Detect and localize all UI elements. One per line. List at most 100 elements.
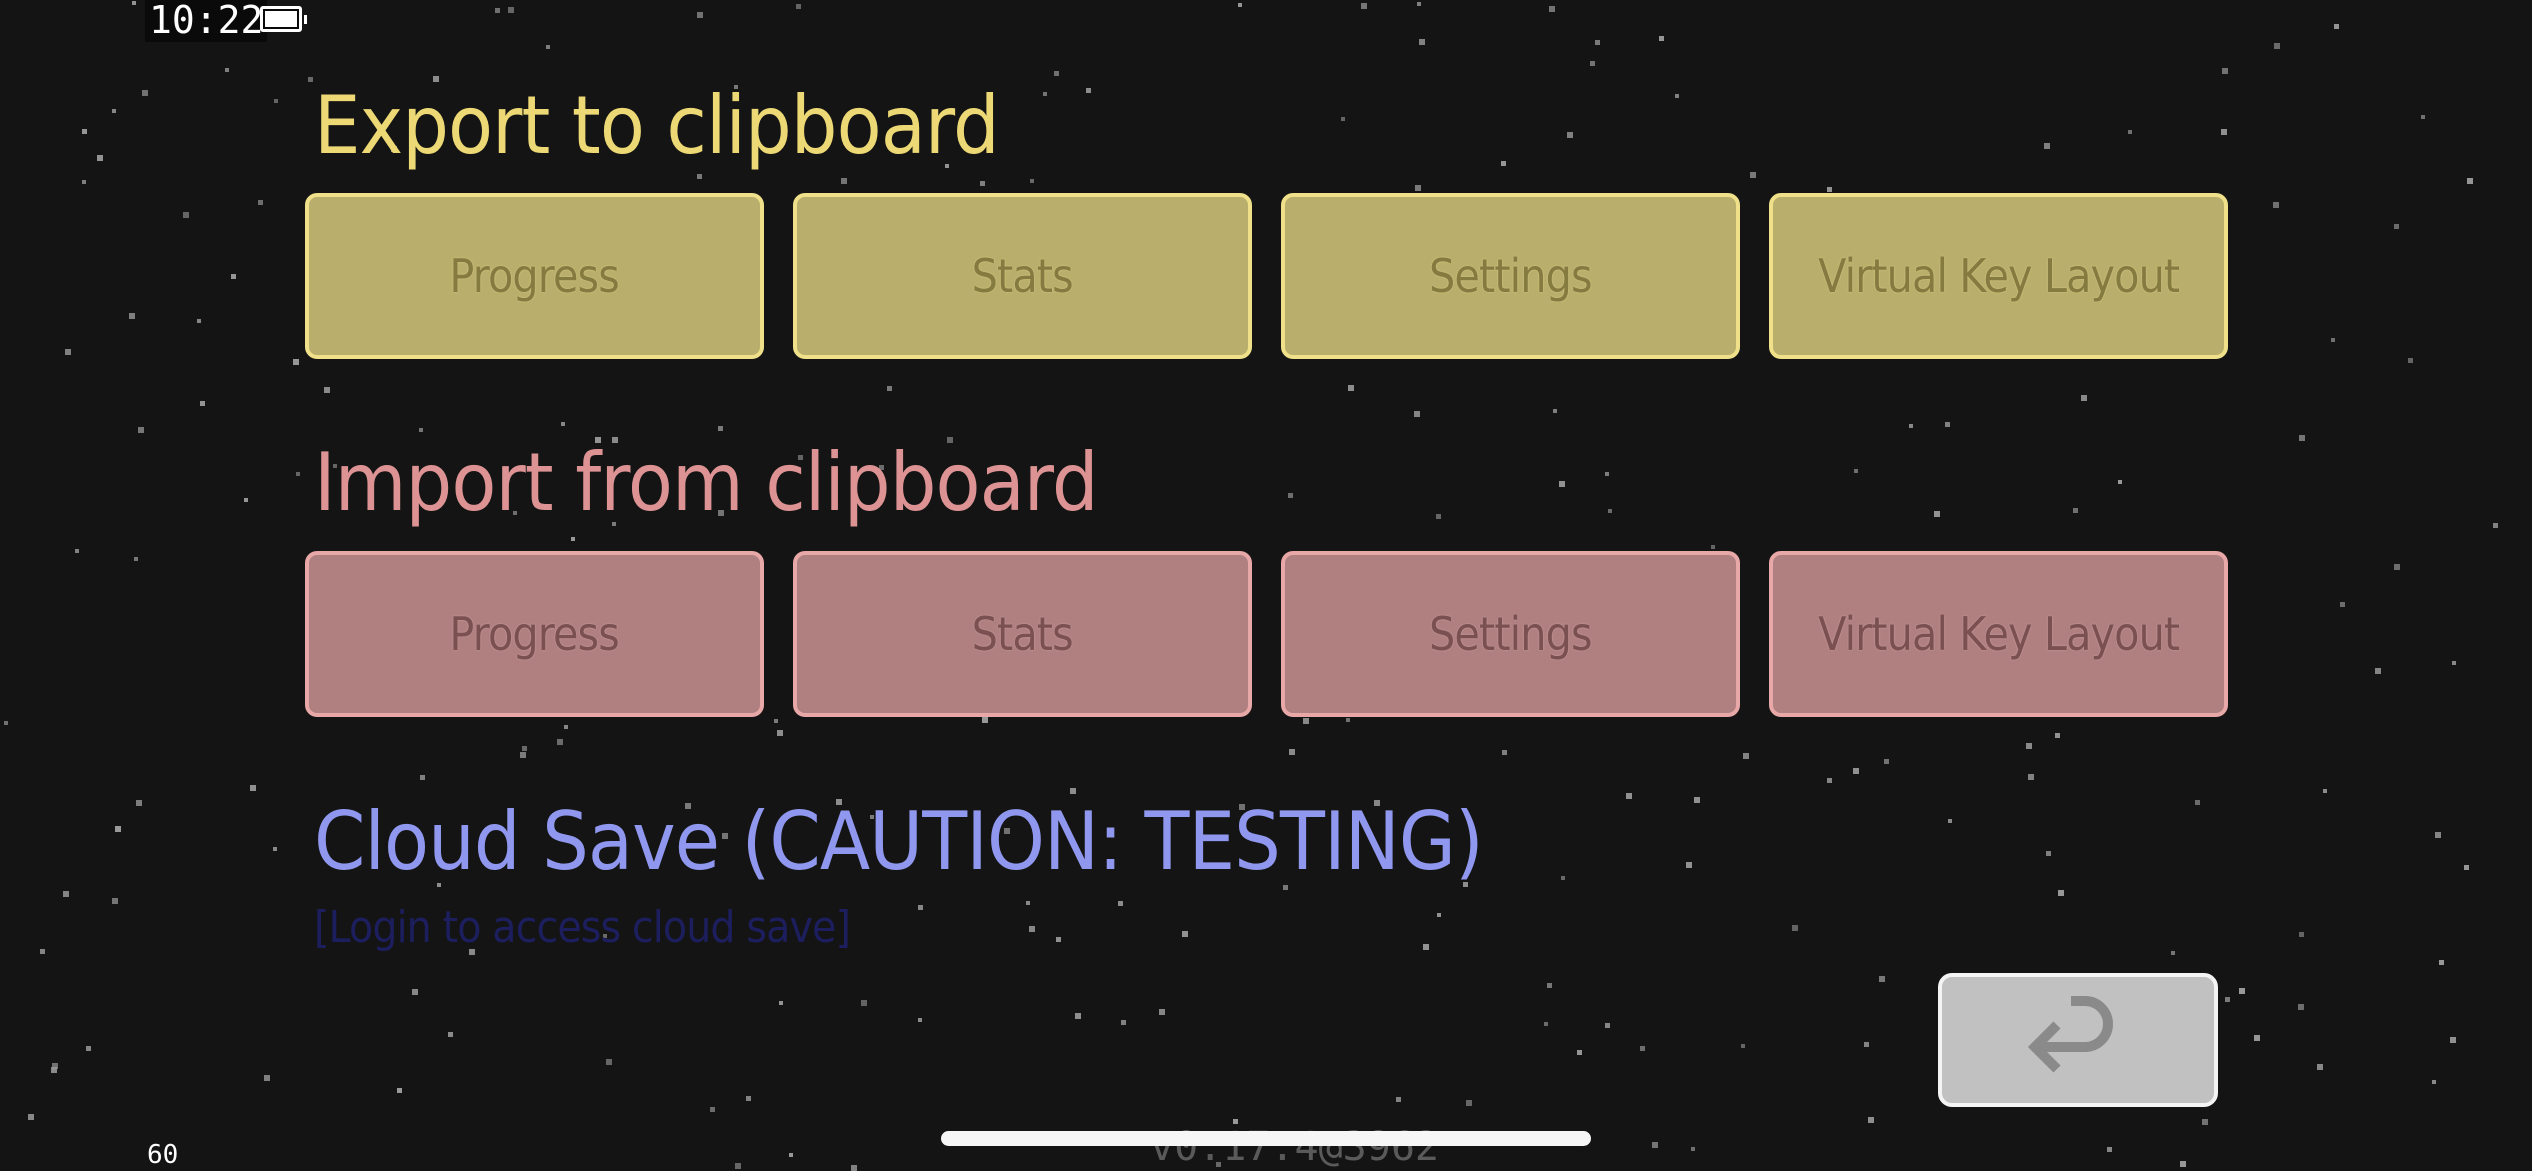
- star: [296, 472, 300, 476]
- star: [1864, 1042, 1869, 1047]
- star: [1026, 901, 1030, 905]
- star: [2081, 395, 2087, 401]
- star: [1553, 409, 1557, 413]
- star: [112, 109, 116, 113]
- star: [1182, 931, 1188, 937]
- star: [1686, 862, 1692, 868]
- return-button[interactable]: [1938, 973, 2218, 1107]
- star: [1605, 1023, 1610, 1028]
- star: [134, 557, 138, 561]
- cloud-login-link[interactable]: [Login to access cloud save]: [314, 902, 851, 953]
- star: [82, 180, 86, 184]
- star: [1827, 778, 1832, 783]
- star: [2225, 997, 2230, 1002]
- star: [980, 181, 985, 186]
- star: [231, 274, 236, 279]
- export-progress-button[interactable]: Progress: [305, 193, 764, 359]
- star: [129, 313, 135, 319]
- star: [918, 1018, 922, 1022]
- import-stats-button[interactable]: Stats: [793, 551, 1252, 717]
- star: [2331, 338, 2335, 342]
- star: [1289, 749, 1295, 755]
- cloud-save-heading: Cloud Save (CAUTION: TESTING): [314, 795, 1484, 888]
- star: [2222, 68, 2228, 74]
- export-stats-button[interactable]: Stats: [793, 193, 1252, 359]
- star: [1691, 1147, 1695, 1151]
- star: [1437, 913, 1441, 917]
- star: [2439, 960, 2444, 965]
- export-button-row: Progress Stats Settings Virtual Key Layo…: [305, 193, 2228, 359]
- star: [2394, 564, 2400, 570]
- star: [1675, 94, 1679, 98]
- star: [1577, 1050, 1582, 1055]
- star: [2452, 661, 2456, 665]
- star: [2171, 951, 2175, 955]
- star: [1396, 1097, 1401, 1102]
- star: [244, 498, 248, 502]
- star: [1561, 876, 1565, 880]
- star: [861, 1000, 867, 1006]
- star: [250, 785, 256, 791]
- star: [2128, 130, 2132, 134]
- star: [448, 1032, 453, 1037]
- star: [1792, 925, 1798, 931]
- star: [51, 1067, 57, 1073]
- import-settings-button[interactable]: Settings: [1281, 551, 1740, 717]
- star: [397, 1088, 402, 1093]
- star: [86, 1046, 91, 1051]
- star: [293, 359, 299, 365]
- star: [1501, 161, 1506, 166]
- star: [2055, 733, 2060, 738]
- star: [1056, 937, 1061, 942]
- button-label: Virtual Key Layout: [1817, 249, 2180, 303]
- star: [274, 99, 278, 103]
- star: [735, 1163, 741, 1169]
- export-virtual-key-layout-button[interactable]: Virtual Key Layout: [1769, 193, 2228, 359]
- button-label: Stats: [971, 249, 1074, 303]
- star: [495, 8, 500, 13]
- star: [1595, 40, 1600, 45]
- fps-counter: 60: [147, 1140, 179, 1170]
- star: [136, 800, 142, 806]
- star: [697, 12, 703, 18]
- star: [264, 1075, 270, 1081]
- star: [1549, 6, 1555, 12]
- star: [2058, 890, 2064, 896]
- star: [1423, 944, 1429, 950]
- star: [1348, 385, 1354, 391]
- star: [65, 349, 71, 355]
- import-progress-button[interactable]: Progress: [305, 551, 764, 717]
- star: [1346, 718, 1350, 722]
- star: [1030, 179, 1034, 183]
- star: [132, 1, 136, 5]
- star: [97, 155, 103, 161]
- export-heading: Export to clipboard: [314, 79, 1000, 172]
- star: [1415, 185, 1421, 191]
- import-virtual-key-layout-button[interactable]: Virtual Key Layout: [1769, 551, 2228, 717]
- star: [2375, 668, 2381, 674]
- star: [1909, 424, 1913, 428]
- star: [1853, 768, 1859, 774]
- star: [1854, 469, 1858, 473]
- home-indicator[interactable]: [941, 1131, 1591, 1146]
- star: [2408, 358, 2413, 363]
- star: [1827, 187, 1832, 192]
- star: [2028, 774, 2034, 780]
- star: [2026, 743, 2032, 749]
- star: [63, 891, 69, 897]
- star: [774, 719, 778, 723]
- star: [2323, 789, 2327, 793]
- star: [2467, 178, 2473, 184]
- star: [718, 426, 723, 431]
- star: [1544, 1022, 1548, 1026]
- star: [419, 428, 423, 432]
- star: [777, 730, 783, 736]
- star: [2340, 602, 2345, 607]
- star: [4, 721, 8, 725]
- star: [1711, 545, 1715, 549]
- star: [112, 898, 118, 904]
- star: [710, 1107, 715, 1112]
- star: [1884, 759, 1889, 764]
- star: [2421, 115, 2425, 119]
- export-settings-button[interactable]: Settings: [1281, 193, 1740, 359]
